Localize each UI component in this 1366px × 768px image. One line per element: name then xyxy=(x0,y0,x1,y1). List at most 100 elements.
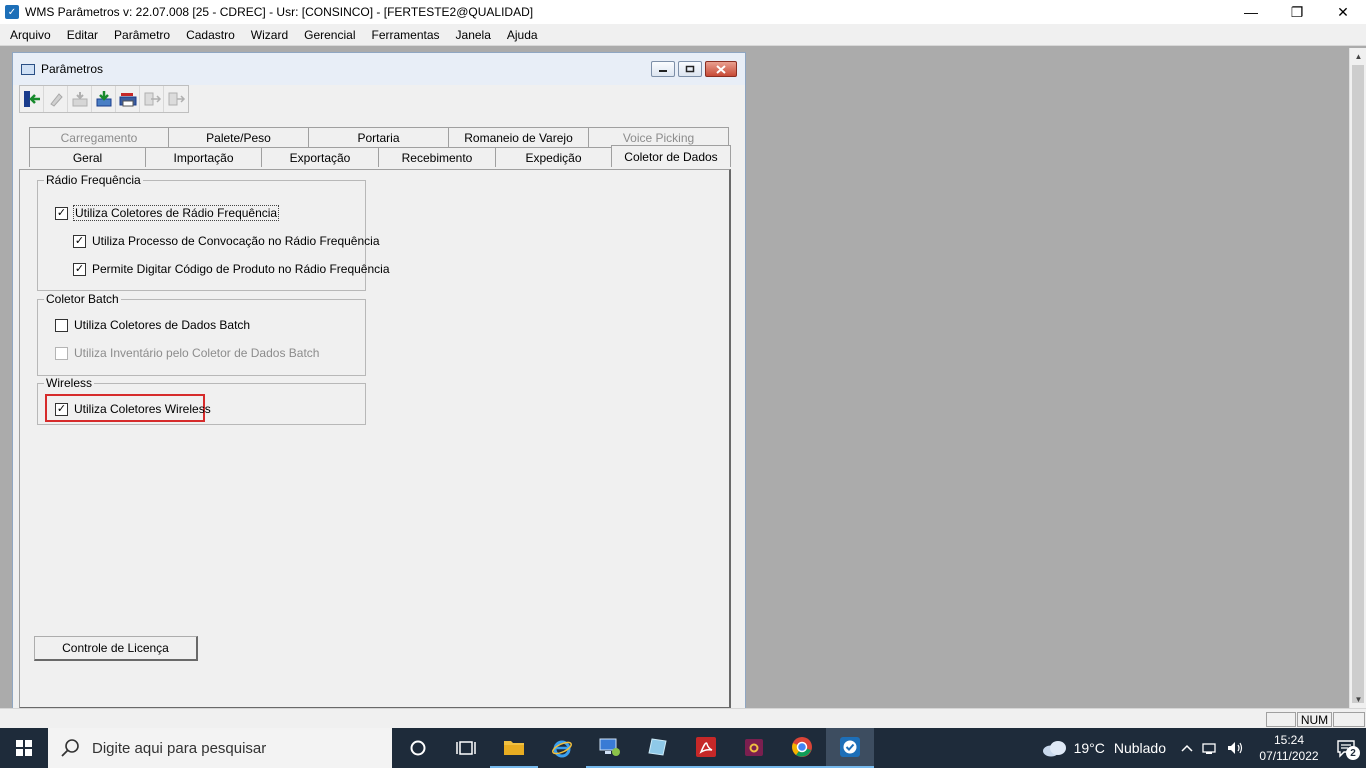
taskbar-clock[interactable]: 15:24 07/11/2022 xyxy=(1254,732,1324,764)
status-num-lock: NUM xyxy=(1297,712,1332,727)
menu-ajuda[interactable]: Ajuda xyxy=(499,24,546,46)
checkbox-digitar-codigo-produto[interactable]: ✓ Permite Digitar Código de Produto no R… xyxy=(73,262,390,276)
action-center-button[interactable]: 2 xyxy=(1328,728,1366,768)
volume-icon[interactable] xyxy=(1226,741,1244,755)
checkbox-processo-convocacao[interactable]: ✓ Utiliza Processo de Convocação no Rádi… xyxy=(73,234,380,248)
checkbox-utiliza-coletores-wireless[interactable]: ✓ Utiliza Coletores Wireless xyxy=(55,402,211,416)
notification-count-badge: 2 xyxy=(1346,746,1360,760)
save-download-icon xyxy=(96,91,111,107)
close-icon xyxy=(716,64,726,74)
tab-carregamento[interactable]: Carregamento xyxy=(29,127,169,147)
status-bar: NUM xyxy=(0,708,1366,728)
edit-button[interactable] xyxy=(44,86,68,112)
internet-explorer-icon xyxy=(552,740,572,758)
taskbar-search-box[interactable]: Digite aqui para pesquisar xyxy=(48,728,392,768)
clock-date: 07/11/2022 xyxy=(1259,749,1319,763)
exit-button[interactable] xyxy=(20,86,44,112)
app-title-bar: ✓ WMS Parâmetros v: 22.07.008 [25 - CDRE… xyxy=(0,0,1366,24)
chevron-up-icon[interactable] xyxy=(1180,743,1194,753)
tab-palete-peso[interactable]: Palete/Peso xyxy=(168,127,309,147)
eraser-icon xyxy=(49,93,63,107)
vertical-scrollbar[interactable]: ▲ ▼ xyxy=(1349,48,1366,708)
file-explorer-taskbar-item[interactable] xyxy=(490,728,538,768)
weather-widget[interactable]: 19°C Nublado xyxy=(1042,739,1166,757)
group-label-radio-frequencia: Rádio Frequência xyxy=(44,173,143,187)
checkmark-icon[interactable]: ✓ xyxy=(73,234,86,248)
checkbox-coletores-dados-batch[interactable]: Utiliza Coletores de Dados Batch xyxy=(55,318,250,332)
maximize-button[interactable]: ❐ xyxy=(1274,0,1320,24)
group-wireless: Wireless ✓ Utiliza Coletores Wireless xyxy=(37,376,366,425)
print-button[interactable] xyxy=(116,86,140,112)
checkbox-utiliza-coletores-radio[interactable]: ✓ Utiliza Coletores de Rádio Frequência xyxy=(55,205,280,221)
parametros-title: Parâmetros xyxy=(41,62,104,76)
tab-romaneio-de-varejo[interactable]: Romaneio de Varejo xyxy=(448,127,589,147)
acrobat-taskbar-item[interactable] xyxy=(682,728,730,768)
status-panel-empty xyxy=(1266,712,1296,727)
menu-ferramentas[interactable]: Ferramentas xyxy=(363,24,447,46)
notes-taskbar-item[interactable] xyxy=(634,728,682,768)
checkmark-icon[interactable]: ✓ xyxy=(55,402,68,416)
internet-explorer-taskbar-item[interactable] xyxy=(538,728,586,768)
taskbar: Digite aqui para pesquisar 19°C Nublado … xyxy=(0,728,1366,768)
tab-exportacao[interactable]: Exportação xyxy=(261,147,379,167)
status-panel-empty-2 xyxy=(1333,712,1365,727)
checkbox-inventario-coletor-batch[interactable]: Utiliza Inventário pelo Coletor de Dados… xyxy=(55,346,319,360)
tab-row-top: Carregamento Palete/Peso Portaria Romane… xyxy=(19,127,731,147)
menu-cadastro[interactable]: Cadastro xyxy=(178,24,243,46)
clock-time: 15:24 xyxy=(1273,733,1305,747)
maximize-icon xyxy=(685,65,695,73)
task-view-button[interactable] xyxy=(442,728,490,768)
menu-gerencial[interactable]: Gerencial xyxy=(296,24,363,46)
remote-desktop-taskbar-item[interactable] xyxy=(586,728,634,768)
printer-icon xyxy=(119,93,136,107)
minimize-icon xyxy=(659,70,667,72)
child-close-button[interactable] xyxy=(705,61,737,77)
insert-button[interactable] xyxy=(68,86,92,112)
child-maximize-button[interactable] xyxy=(678,61,702,77)
child-minimize-button[interactable] xyxy=(651,61,675,77)
checkbox-label: Utiliza Processo de Convocação no Rádio … xyxy=(92,234,380,248)
export-button[interactable] xyxy=(164,86,188,112)
settings-app-taskbar-item[interactable] xyxy=(730,728,778,768)
cloud-icon xyxy=(1042,741,1066,757)
tab-coletor-de-dados[interactable]: Coletor de Dados xyxy=(611,145,731,167)
save-button[interactable] xyxy=(92,86,116,112)
tab-importacao[interactable]: Importação xyxy=(145,147,262,167)
scroll-up-icon[interactable]: ▲ xyxy=(1350,48,1366,65)
windows-logo-icon xyxy=(16,740,32,756)
checkbox-empty-icon[interactable] xyxy=(55,318,68,332)
checkbox-empty-icon[interactable] xyxy=(55,346,68,360)
import-button[interactable] xyxy=(140,86,164,112)
toolbar xyxy=(19,85,189,113)
wms-taskbar-item[interactable] xyxy=(826,728,874,768)
start-button[interactable] xyxy=(0,728,48,768)
insert-disabled-icon xyxy=(72,92,87,107)
tab-recebimento[interactable]: Recebimento xyxy=(378,147,496,167)
pdf-acrobat-icon xyxy=(696,737,716,757)
checkmark-icon[interactable]: ✓ xyxy=(55,206,68,220)
menu-parametro[interactable]: Parâmetro xyxy=(106,24,178,46)
checkmark-icon[interactable]: ✓ xyxy=(73,262,86,276)
task-view-icon xyxy=(456,741,476,755)
search-icon xyxy=(61,739,79,757)
chrome-icon xyxy=(792,737,812,757)
menu-editar[interactable]: Editar xyxy=(59,24,106,46)
scroll-down-icon[interactable]: ▼ xyxy=(1350,691,1366,708)
menu-wizard[interactable]: Wizard xyxy=(243,24,296,46)
tab-row-bottom: Geral Importação Exportação Recebimento … xyxy=(19,145,731,167)
chrome-taskbar-item[interactable] xyxy=(778,728,826,768)
tab-portaria[interactable]: Portaria xyxy=(308,127,449,147)
cortana-button[interactable] xyxy=(394,728,442,768)
tab-expedicao[interactable]: Expedição xyxy=(495,147,612,167)
minimize-button[interactable]: — xyxy=(1228,0,1274,24)
network-icon[interactable] xyxy=(1202,741,1218,755)
tab-voice-picking[interactable]: Voice Picking xyxy=(588,127,729,147)
menu-janela[interactable]: Janela xyxy=(448,24,499,46)
menu-arquivo[interactable]: Arquivo xyxy=(0,24,59,46)
tab-geral[interactable]: Geral xyxy=(29,147,146,167)
controle-de-licenca-button[interactable]: Controle de Licença xyxy=(34,636,198,661)
exit-door-icon xyxy=(23,91,40,107)
remote-desktop-icon xyxy=(599,738,620,756)
close-button[interactable]: ✕ xyxy=(1320,0,1366,24)
scrollbar-thumb[interactable] xyxy=(1352,65,1364,703)
